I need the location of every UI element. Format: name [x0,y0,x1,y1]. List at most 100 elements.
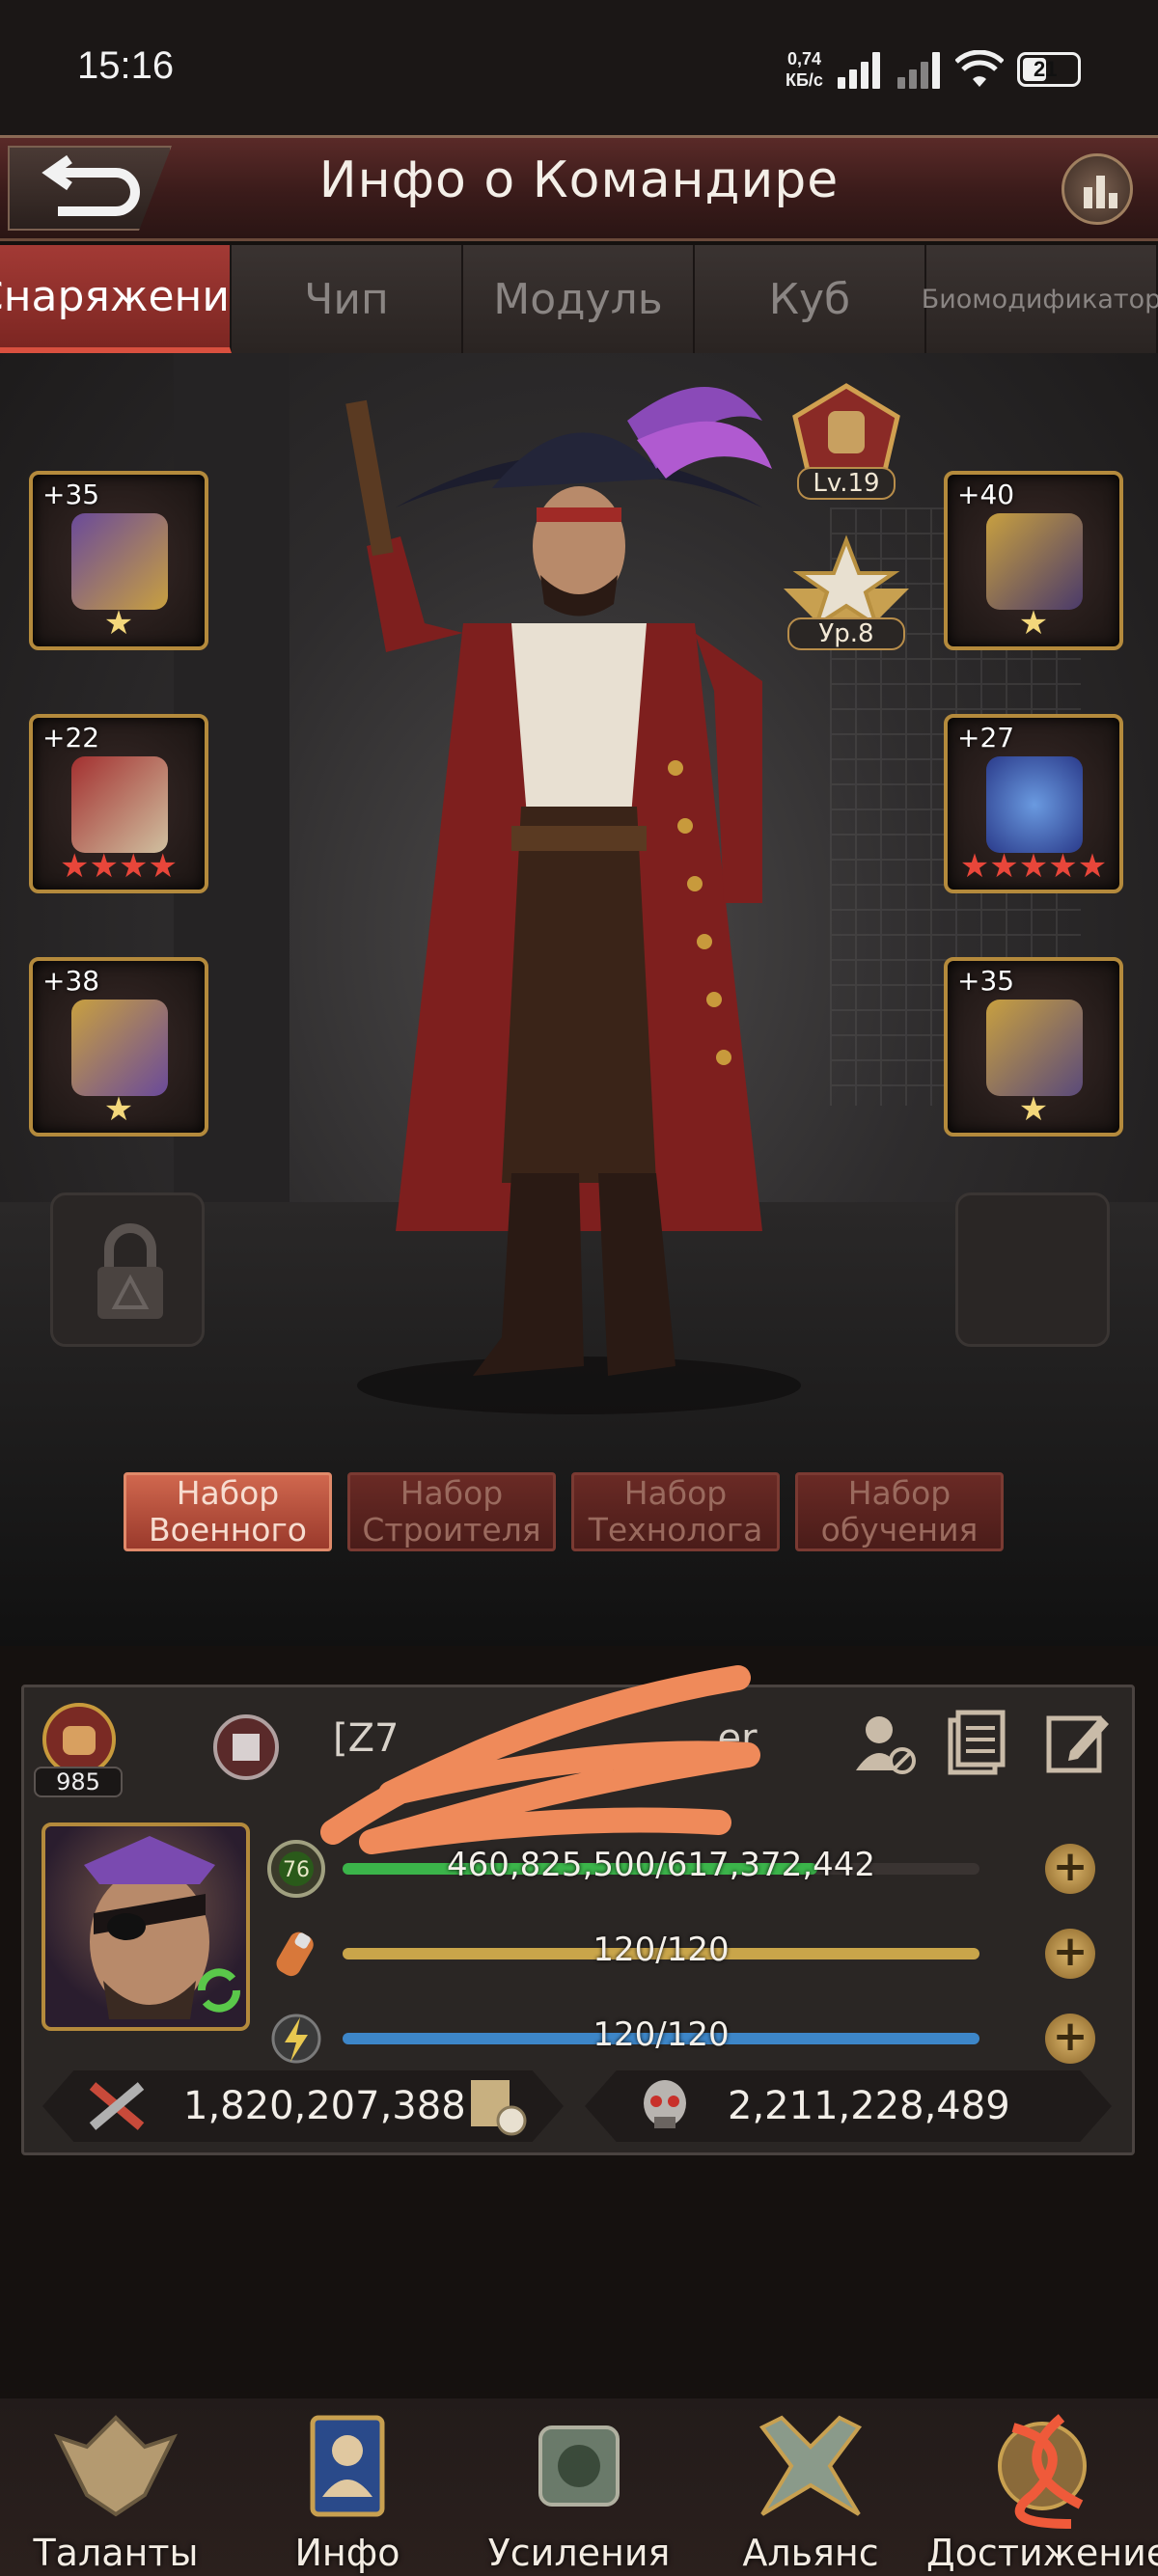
equipment-slot-armor[interactable]: +38 ★ [29,957,208,1137]
set-training-button[interactable]: Набор обучения [795,1472,1004,1551]
set-label-line2: Строителя [362,1511,541,1548]
set-label-line1: Набор [400,1474,504,1512]
locked-slot[interactable] [50,1192,205,1347]
equipment-slot-core[interactable]: +27 ★★★★★ [944,714,1123,893]
set-builder-button[interactable]: Набор Строителя [347,1472,556,1551]
skull-mask-icon [644,2080,686,2128]
power-small-value: 985 [34,1767,123,1797]
tab-equipment[interactable]: Снаряжение [0,245,256,353]
energy-value: 120/120 [593,2015,730,2054]
page-title: Инфо о Командире [318,151,840,209]
signal-1-icon [838,50,882,89]
clock: 15:16 [77,44,175,87]
stamina-row: 120/120 + [265,1923,1095,1985]
tab-chip[interactable]: Чип [232,245,463,353]
tab-bar: Снаряжение Чип Модуль Куб Биомодификатор [0,245,1158,353]
set-label-line2: Военного [148,1511,307,1548]
set-label-line2: обучения [820,1511,979,1548]
add-stamina-button[interactable]: + [1045,1929,1095,1979]
tab-cube[interactable]: Куб [695,245,926,353]
add-experience-button[interactable]: + [1045,1844,1095,1894]
slot-level: +38 [42,965,100,997]
commander-level: 76 [283,1858,310,1882]
nav-alliance[interactable]: Альянс [695,2398,926,2576]
power-value: 1,820,207,388 [183,2084,466,2128]
rank-emblem-icon[interactable] [207,1709,285,1786]
stamina-value: 120/120 [593,1931,730,1969]
military-level-label: Lv.19 [797,467,896,500]
experience-value: 460,825,500/617,372,442 [446,1846,876,1884]
add-energy-button[interactable]: + [1045,2014,1095,2064]
slot-stars: ★★★★ [60,847,178,886]
slot-stars: ★★★★★ [959,847,1108,886]
set-label-line1: Набор [176,1474,280,1512]
bottom-navigation: Таланты Инфо Усиления Альянс Достижение [0,2398,1158,2576]
battery-level: 21 [1034,57,1058,81]
commander-figure [345,387,801,1414]
slot-level: +27 [957,722,1015,754]
boots-icon [986,1000,1083,1096]
nav-label: Таланты [33,2532,199,2574]
user-block-icon[interactable] [848,1707,920,1778]
set-military-button[interactable]: Набор Военного [124,1472,332,1551]
nav-info[interactable]: Инфо [232,2398,463,2576]
slot-level: +22 [42,722,100,754]
slot-level: +35 [42,479,100,510]
armor-icon [71,1000,168,1096]
documents-icon[interactable] [939,1707,1010,1778]
stamina-potion-icon [276,1932,314,1977]
tab-module[interactable]: Модуль [463,245,695,353]
nav-boosts[interactable]: Усиления [463,2398,695,2576]
slot-stars: ★ [103,604,134,643]
empty-slot[interactable] [955,1192,1110,1347]
nav-label: Усиления [487,2532,671,2574]
rank-star-badge[interactable]: Ур.8 [774,531,919,656]
crossed-guns-icon [89,2082,145,2130]
battery-icon: 21 [1017,52,1081,87]
equipment-slot-boots[interactable]: +35 ★ [944,957,1123,1137]
tab-biomodifier[interactable]: Биомодификатор [922,245,1158,353]
achievement-medal-icon [998,2414,1087,2529]
building-timer-icon[interactable] [463,2074,531,2138]
info-card-icon [310,2415,385,2517]
nav-talents[interactable]: Таланты [0,2398,232,2576]
commander-avatar[interactable] [41,1822,250,2031]
edit-icon[interactable] [1041,1707,1113,1778]
slot-stars: ★ [103,1090,134,1129]
weapon-icon [71,513,168,610]
energy-bolt-icon [271,2014,321,2064]
equipment-slot-gloves[interactable]: +22 ★★★★ [29,714,208,893]
nav-label: Инфо [294,2532,400,2574]
slot-stars: ★ [1018,604,1049,643]
helmet-icon [986,513,1083,610]
set-technologist-button[interactable]: Набор Технолога [571,1472,780,1551]
talents-wings-icon [54,2415,178,2517]
swap-icon[interactable] [190,1961,248,2019]
bar-chart-icon [1084,176,1117,208]
nav-achievements[interactable]: Достижение [926,2398,1158,2576]
military-rank-badge[interactable]: Lv.19 [784,380,909,506]
slot-stars: ★ [1018,1090,1049,1129]
network-speed: 0,74 КБ/с [786,48,823,91]
equipment-slot-weapon[interactable]: +35 ★ [29,471,208,650]
nav-label: Достижение [926,2532,1158,2574]
core-icon [986,756,1083,853]
slot-level: +40 [957,479,1015,510]
network-speed-value: 0,74 [786,49,821,69]
set-label-line2: Технолога [588,1511,763,1548]
boost-tank-icon [538,2425,620,2507]
kills-value: 2,211,228,489 [728,2084,1010,2128]
statistics-button[interactable] [1062,153,1133,225]
equipment-slot-helmet[interactable]: +40 ★ [944,471,1123,650]
set-label-line1: Набор [847,1474,951,1512]
wifi-icon [955,50,1004,87]
power-stat[interactable]: 1,820,207,388 [42,2070,564,2142]
set-label-line1: Набор [623,1474,728,1512]
alliance-swords-icon [758,2415,863,2516]
header: Инфо о Командире [0,135,1158,241]
experience-row: 76 460,825,500/617,372,442 + [265,1838,1095,1900]
network-speed-unit: КБ/с [786,70,823,90]
kills-stat[interactable]: 2,211,228,489 [585,2070,1112,2142]
redaction-scribble [320,1665,760,1854]
lock-icon [97,1223,163,1319]
